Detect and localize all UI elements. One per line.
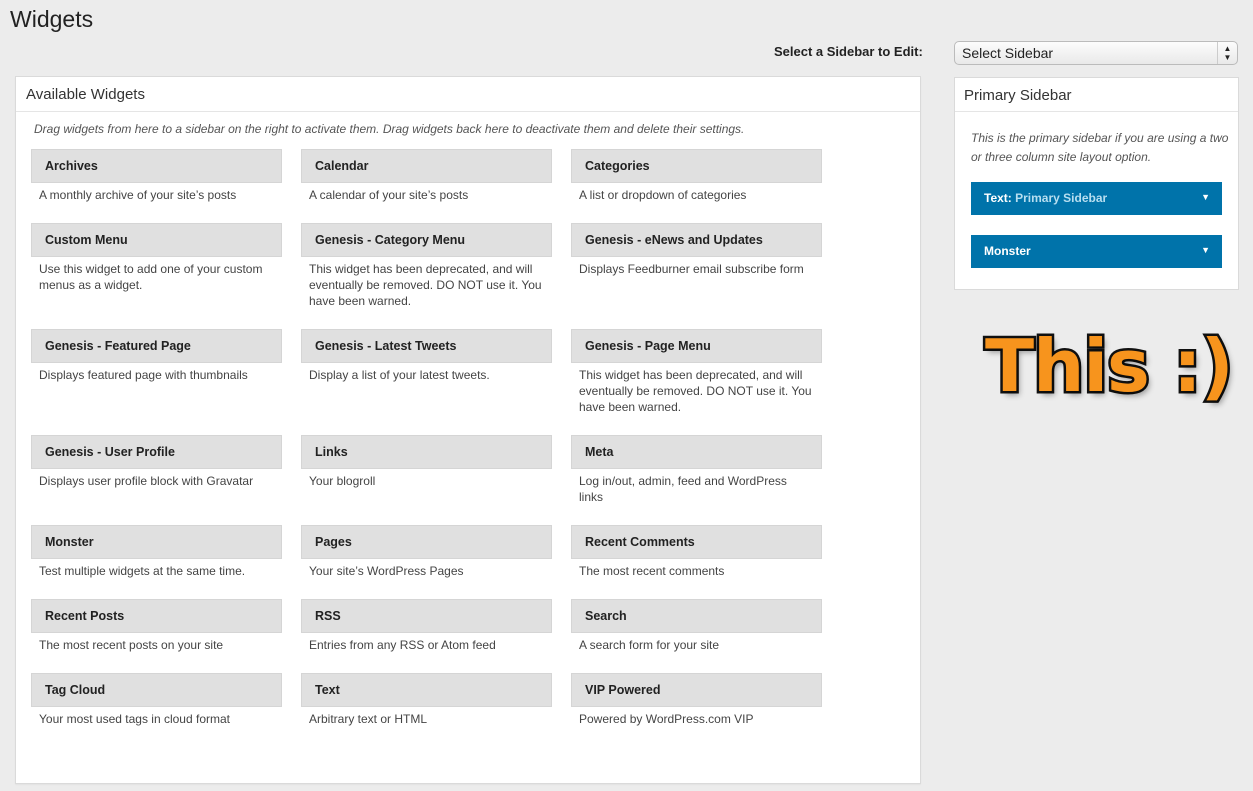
widget-title[interactable]: Custom Menu xyxy=(31,223,282,257)
widget-description: A calendar of your site’s posts xyxy=(309,188,469,202)
annotation-text: This :) xyxy=(983,324,1237,408)
widget-description: This widget has been deprecated, and wil… xyxy=(309,262,542,308)
widget-description: Your site’s WordPress Pages xyxy=(309,564,464,578)
sidebar-widget-type: Text: xyxy=(984,191,1012,205)
widget-description: Display a list of your latest tweets. xyxy=(309,368,490,382)
widget-description: Your blogroll xyxy=(309,474,376,488)
sidebar-select-value: Select Sidebar xyxy=(962,45,1054,61)
widget-title[interactable]: RSS xyxy=(301,599,552,633)
sidebar-select-dropdown[interactable]: Select Sidebar ▲ ▼ xyxy=(954,41,1238,65)
widget-description: A list or dropdown of categories xyxy=(579,188,747,202)
widget-genesis-page-menu[interactable]: Genesis - Page Menu This widget has been… xyxy=(571,329,822,415)
sidebar-widget-name: Primary Sidebar xyxy=(1015,191,1108,205)
widget-description: Log in/out, admin, feed and WordPress li… xyxy=(579,474,787,504)
widget-pages[interactable]: Pages Your site’s WordPress Pages xyxy=(301,525,552,579)
widget-monster[interactable]: Monster Test multiple widgets at the sam… xyxy=(31,525,282,579)
widget-description: Arbitrary text or HTML xyxy=(309,712,428,726)
available-widgets-title: Available Widgets xyxy=(16,77,920,112)
widget-title[interactable]: Genesis - Category Menu xyxy=(301,223,552,257)
sidebar-widget-monster[interactable]: Monster ▼ xyxy=(971,235,1222,268)
select-arrows-icon: ▲ ▼ xyxy=(1217,42,1237,64)
widget-genesis-enews[interactable]: Genesis - eNews and Updates Displays Fee… xyxy=(571,223,822,277)
widget-meta[interactable]: Meta Log in/out, admin, feed and WordPre… xyxy=(571,435,822,505)
primary-sidebar-panel: Primary Sidebar This is the primary side… xyxy=(954,77,1239,290)
widget-recent-comments[interactable]: Recent Comments The most recent comments xyxy=(571,525,822,579)
widget-description: Displays user profile block with Gravata… xyxy=(39,474,254,488)
widget-search[interactable]: Search A search form for your site xyxy=(571,599,822,653)
widget-title[interactable]: Links xyxy=(301,435,552,469)
widget-title[interactable]: Search xyxy=(571,599,822,633)
widget-links[interactable]: Links Your blogroll xyxy=(301,435,552,489)
widget-title[interactable]: Genesis - Page Menu xyxy=(571,329,822,363)
widget-description: Powered by WordPress.com VIP xyxy=(579,712,754,726)
widget-title[interactable]: Pages xyxy=(301,525,552,559)
select-sidebar-label: Select a Sidebar to Edit: xyxy=(774,44,923,59)
widget-title[interactable]: Genesis - User Profile xyxy=(31,435,282,469)
widget-description: A search form for your site xyxy=(579,638,720,652)
widget-title[interactable]: Categories xyxy=(571,149,822,183)
widget-description: A monthly archive of your site’s posts xyxy=(39,188,237,202)
widget-custom-menu[interactable]: Custom Menu Use this widget to add one o… xyxy=(31,223,282,293)
widget-text[interactable]: Text Arbitrary text or HTML xyxy=(301,673,552,727)
widget-description: Test multiple widgets at the same time. xyxy=(39,564,246,578)
widget-description: Your most used tags in cloud format xyxy=(39,712,230,726)
widget-rss[interactable]: RSS Entries from any RSS or Atom feed xyxy=(301,599,552,653)
widget-archives[interactable]: Archives A monthly archive of your site’… xyxy=(31,149,282,203)
widget-description: Displays featured page with thumbnails xyxy=(39,368,248,382)
primary-sidebar-description: This is the primary sidebar if you are u… xyxy=(971,131,1229,164)
widget-genesis-category-menu[interactable]: Genesis - Category Menu This widget has … xyxy=(301,223,552,309)
widget-genesis-user-profile[interactable]: Genesis - User Profile Displays user pro… xyxy=(31,435,282,489)
widget-description: Displays Feedburner email subscribe form xyxy=(579,262,804,276)
widget-title[interactable]: Text xyxy=(301,673,552,707)
widget-tag-cloud[interactable]: Tag Cloud Your most used tags in cloud f… xyxy=(31,673,282,727)
widget-recent-posts[interactable]: Recent Posts The most recent posts on yo… xyxy=(31,599,282,653)
widget-title[interactable]: Genesis - eNews and Updates xyxy=(571,223,822,257)
page-title: Widgets xyxy=(10,6,94,32)
sidebar-widget-text[interactable]: Text: Primary Sidebar ▼ xyxy=(971,182,1222,215)
widget-title[interactable]: Calendar xyxy=(301,149,552,183)
sidebar-widget-type: Monster xyxy=(984,244,1031,258)
widget-categories[interactable]: Categories A list or dropdown of categor… xyxy=(571,149,822,203)
widget-calendar[interactable]: Calendar A calendar of your site’s posts xyxy=(301,149,552,203)
expand-arrow-icon[interactable]: ▼ xyxy=(1201,245,1210,255)
widget-description: Entries from any RSS or Atom feed xyxy=(309,638,496,652)
widget-genesis-featured-page[interactable]: Genesis - Featured Page Displays feature… xyxy=(31,329,282,383)
widget-title[interactable]: Archives xyxy=(31,149,282,183)
widget-title[interactable]: Meta xyxy=(571,435,822,469)
widget-title[interactable]: Monster xyxy=(31,525,282,559)
widget-title[interactable]: Recent Posts xyxy=(31,599,282,633)
widget-description: The most recent comments xyxy=(579,564,725,578)
widget-vip-powered[interactable]: VIP Powered Powered by WordPress.com VIP xyxy=(571,673,822,727)
primary-sidebar-title[interactable]: Primary Sidebar xyxy=(955,78,1238,112)
available-widgets-description: Drag widgets from here to a sidebar on t… xyxy=(34,122,745,136)
widget-description: The most recent posts on your site xyxy=(39,638,224,652)
widget-title[interactable]: Genesis - Latest Tweets xyxy=(301,329,552,363)
widget-description: Use this widget to add one of your custo… xyxy=(39,262,263,292)
available-widgets-panel: Available Widgets Drag widgets from here… xyxy=(15,76,921,784)
widget-title[interactable]: Genesis - Featured Page xyxy=(31,329,282,363)
widget-title[interactable]: Tag Cloud xyxy=(31,673,282,707)
expand-arrow-icon[interactable]: ▼ xyxy=(1201,192,1210,202)
widget-title[interactable]: Recent Comments xyxy=(571,525,822,559)
widget-genesis-latest-tweets[interactable]: Genesis - Latest Tweets Display a list o… xyxy=(301,329,552,383)
widget-title[interactable]: VIP Powered xyxy=(571,673,822,707)
widget-description: This widget has been deprecated, and wil… xyxy=(579,368,812,414)
